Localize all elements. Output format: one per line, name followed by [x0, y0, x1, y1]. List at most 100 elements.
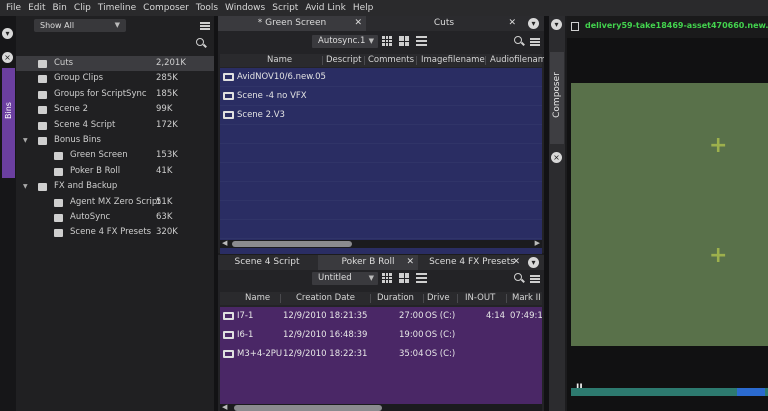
- video-frame[interactable]: + + IL.: [571, 83, 768, 393]
- bin-menu-icon[interactable]: ▾: [528, 257, 539, 268]
- column-in-out[interactable]: IN-OUT: [465, 292, 495, 305]
- bins-tab[interactable]: Bins: [2, 68, 15, 178]
- bins-menu-icon[interactable]: [200, 22, 210, 30]
- folder-row[interactable]: ▼ Bonus Bins: [16, 133, 214, 148]
- table-row[interactable]: Scene 2.V3: [220, 106, 542, 124]
- folder-row[interactable]: ▼ FX and Backup: [16, 179, 214, 194]
- bin-name: Agent MX Zero Script: [70, 196, 161, 207]
- column-comments[interactable]: Comments: [368, 54, 414, 67]
- tab-green-screen[interactable]: * Green Screen ✕: [218, 16, 366, 31]
- menu-help[interactable]: Help: [353, 3, 374, 13]
- bin-size: 153K: [156, 150, 178, 161]
- scrollbar-thumb[interactable]: [234, 405, 382, 411]
- bin-view-dropdown[interactable]: Untitled ▼: [312, 272, 378, 285]
- tab-poker-b-roll[interactable]: Poker B Roll ✕: [318, 255, 418, 270]
- clip-drive: OS (C:): [425, 330, 456, 340]
- composer-tab[interactable]: Composer: [550, 52, 564, 144]
- frame-view-icon[interactable]: [382, 273, 392, 283]
- close-panel-icon[interactable]: ×: [2, 52, 13, 63]
- tab-cuts[interactable]: Cuts ✕: [368, 16, 520, 31]
- bin-row[interactable]: Cuts 2,201K: [16, 56, 214, 72]
- show-all-dropdown[interactable]: Show All ▼: [34, 19, 126, 32]
- bin-row[interactable]: Poker B Roll 41K: [16, 164, 214, 179]
- bin-options-menu-icon[interactable]: [530, 38, 540, 46]
- chevron-down-icon: ▼: [368, 37, 374, 45]
- scrollbar-thumb[interactable]: [232, 241, 352, 247]
- text-view-icon[interactable]: [416, 273, 427, 283]
- top-bin-column-header: Name Descript Comments Imagefilename Aud…: [220, 54, 546, 67]
- scroll-left-icon[interactable]: ◀: [222, 239, 227, 247]
- column-imagefilename[interactable]: Imagefilename: [421, 54, 485, 67]
- scroll-left-icon[interactable]: ◀: [222, 403, 227, 411]
- tab-scene-4-fx-presets[interactable]: Scene 4 FX Presets ✕: [420, 255, 524, 270]
- menu-avid-link[interactable]: Avid Link: [305, 3, 345, 13]
- chevron-down-icon: ▼: [368, 274, 374, 282]
- bin-menu-icon[interactable]: ▾: [528, 18, 539, 29]
- bin-row[interactable]: Group Clips 285K: [16, 71, 214, 86]
- close-panel-icon[interactable]: ×: [551, 152, 562, 163]
- table-row[interactable]: I6-1 12/9/2010 16:48:39 19:00 OS (C:): [220, 326, 542, 344]
- clip-mark-in: 07:49:1: [510, 311, 543, 321]
- tab-scene-4-script[interactable]: Scene 4 Script: [218, 255, 316, 270]
- table-row[interactable]: Scene -4 no VFX: [220, 87, 542, 105]
- column-audiofilename[interactable]: Audiofilenam: [490, 54, 546, 67]
- bin-row[interactable]: Agent MX Zero Script 51K: [16, 195, 214, 210]
- close-icon[interactable]: ✕: [508, 16, 516, 31]
- top-bin-horizontal-scrollbar[interactable]: ◀ ▶: [220, 239, 542, 248]
- bin-size: 63K: [156, 211, 173, 222]
- clip-menu-icon[interactable]: [571, 22, 579, 31]
- menu-edit[interactable]: Edit: [28, 3, 45, 13]
- menu-timeline[interactable]: Timeline: [98, 3, 136, 13]
- table-row[interactable]: AvidNOV10/6.new.05: [220, 68, 542, 86]
- bin-view-dropdown[interactable]: Autosync.1 ▼: [312, 35, 378, 48]
- column-creation-date[interactable]: Creation Date: [296, 292, 355, 305]
- frame-view-icon[interactable]: [382, 36, 392, 46]
- menu-tools[interactable]: Tools: [196, 3, 218, 13]
- clip-drive: OS (C:): [425, 349, 456, 359]
- table-row[interactable]: I7-1 12/9/2010 18:21:35 27:00 OS (C:) 4:…: [220, 307, 543, 325]
- table-row[interactable]: M3+4-2PU 12/9/2010 18:22:31 35:04 OS (C:…: [220, 345, 542, 363]
- menu-windows[interactable]: Windows: [225, 3, 265, 13]
- scroll-right-icon[interactable]: ▶: [535, 239, 540, 247]
- search-icon[interactable]: [196, 38, 207, 49]
- expand-triangle-icon[interactable]: ▼: [23, 179, 28, 194]
- bin-row[interactable]: Scene 4 FX Presets 320K: [16, 225, 214, 240]
- close-icon[interactable]: ✕: [406, 255, 414, 270]
- expand-triangle-icon[interactable]: ▼: [23, 133, 28, 148]
- bin-row[interactable]: Scene 2 99K: [16, 102, 214, 117]
- bin-row[interactable]: Scene 4 Script 172K: [16, 118, 214, 133]
- menu-clip[interactable]: Clip: [74, 3, 91, 13]
- clip-name: I7-1: [237, 311, 254, 321]
- bin-row[interactable]: Groups for ScriptSync 185K: [16, 87, 214, 102]
- clip-name: Scene -4 no VFX: [237, 91, 307, 101]
- menu-bin[interactable]: Bin: [53, 3, 67, 13]
- close-icon[interactable]: ✕: [354, 16, 362, 31]
- column-drive[interactable]: Drive: [427, 292, 450, 305]
- menu-script[interactable]: Script: [272, 3, 298, 13]
- clip-icon: [223, 350, 234, 358]
- bin-row[interactable]: AutoSync 63K: [16, 210, 214, 225]
- bottom-bin-horizontal-scrollbar[interactable]: ◀: [220, 403, 542, 411]
- menu-composer[interactable]: Composer: [143, 3, 189, 13]
- menu-bar: File Edit Bin Clip Timeline Composer Too…: [0, 0, 768, 16]
- column-descript[interactable]: Descript: [326, 54, 361, 67]
- column-name[interactable]: Name: [267, 54, 292, 67]
- column-mark-in[interactable]: Mark II: [512, 292, 541, 305]
- panel-menu-icon[interactable]: ▾: [551, 19, 562, 30]
- bin-size: 185K: [156, 88, 178, 99]
- search-icon[interactable]: [514, 36, 525, 47]
- clip-duration: 35:04: [399, 349, 424, 359]
- script-view-icon[interactable]: [399, 273, 409, 283]
- column-duration[interactable]: Duration: [377, 292, 414, 305]
- bin-options-menu-icon[interactable]: [530, 275, 540, 283]
- menu-file[interactable]: File: [6, 3, 21, 13]
- search-icon[interactable]: [514, 273, 525, 284]
- panel-menu-icon[interactable]: ▾: [2, 28, 13, 39]
- bin-row[interactable]: Green Screen 153K: [16, 148, 214, 163]
- script-view-icon[interactable]: [399, 36, 409, 46]
- tab-label: Scene 4 Script: [234, 257, 300, 267]
- show-all-label: Show All: [40, 21, 75, 30]
- column-name[interactable]: Name: [245, 292, 270, 305]
- close-icon[interactable]: ✕: [512, 255, 520, 270]
- text-view-icon[interactable]: [416, 36, 427, 46]
